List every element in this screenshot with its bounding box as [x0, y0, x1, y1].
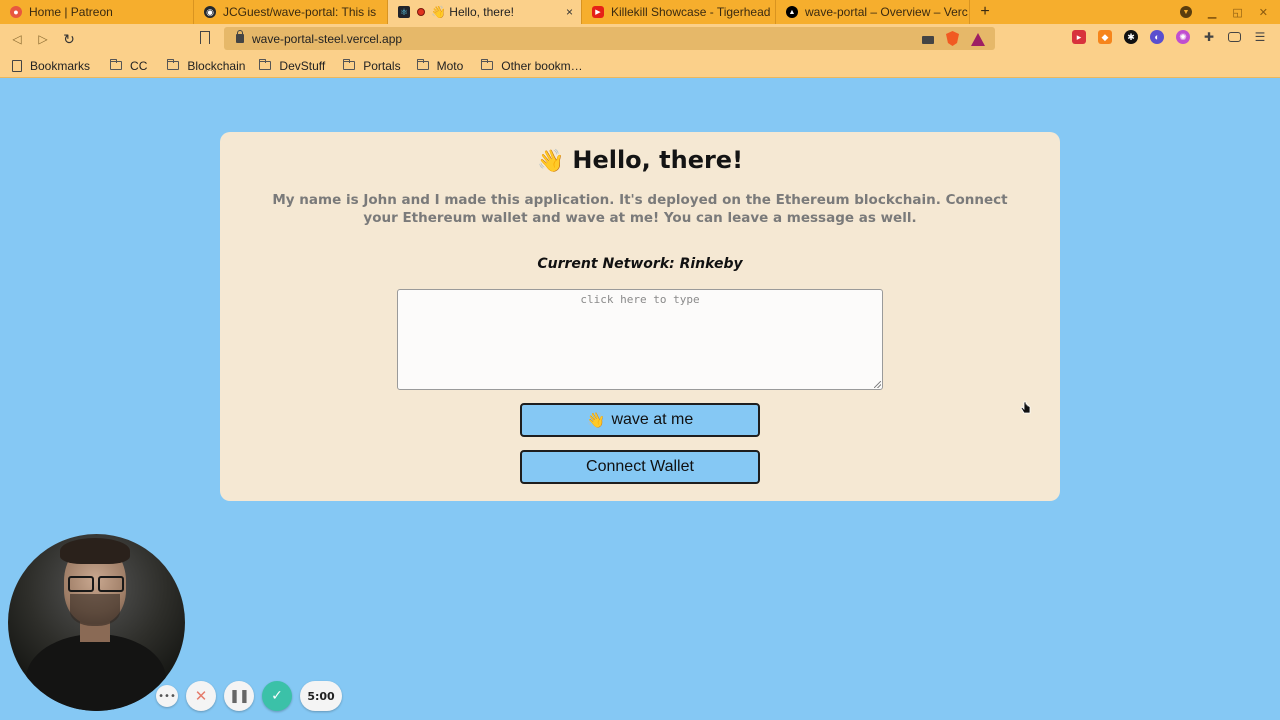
metamask-icon[interactable]: ◆ [1098, 30, 1112, 44]
extension-icon[interactable]: ✺ [1176, 30, 1190, 44]
connect-wallet-label: Connect Wallet [586, 458, 694, 475]
waving-hand-icon: 👋 [586, 412, 606, 429]
waving-hand-icon: 👋 [536, 149, 565, 174]
webcam-beard [70, 594, 120, 626]
url-text: wave-portal-steel.vercel.app [252, 31, 403, 46]
address-bar[interactable]: wave-portal-steel.vercel.app [224, 27, 995, 50]
bookmark-label: Blockchain [187, 58, 246, 73]
bookmarks-icon [12, 59, 22, 72]
brave-rewards-icon[interactable] [971, 32, 985, 46]
current-network-label: Current Network: Rinkeby [537, 256, 743, 272]
tab-vercel[interactable]: ▲ wave-portal – Overview – Verc [776, 0, 970, 24]
intro-text: My name is John and I made this applicat… [272, 192, 1008, 226]
recorder-controls: ••• ✕ ❚❚ ✓ 5:00 [156, 681, 342, 711]
folder-icon [343, 59, 356, 70]
resize-handle-icon[interactable] [874, 381, 881, 388]
maximize-icon[interactable]: ◱ [1232, 6, 1242, 19]
bookmark-label: CC [130, 58, 148, 73]
new-tab-button[interactable]: + [974, 0, 996, 24]
bookmark-folder-portals[interactable]: Portals [343, 58, 401, 73]
forward-icon[interactable]: ▷ [30, 26, 56, 52]
extension-icon[interactable]: ✱ [1124, 30, 1138, 44]
recording-timer: 5:00 [300, 681, 342, 711]
extensions: ▸ ◆ ✱ ◐ ✺ ✚ ☰ [1072, 30, 1267, 44]
menu-icon[interactable]: ☰ [1253, 30, 1267, 44]
tab-title: JCGuest/wave-portal: This is [223, 5, 377, 19]
bookmark-label: Moto [436, 58, 464, 73]
react-icon: ⚛ [398, 6, 410, 18]
browser-toolbar: ◁ ▷ ↻ wave-portal-steel.vercel.app ▸ ◆ ✱… [0, 24, 1280, 54]
tab-hello-there[interactable]: ⚛ 👋 Hello, there! × [388, 0, 582, 24]
folder-icon [259, 59, 272, 70]
bookmarks-bar: Bookmarks CC Blockchain DevStuff Portals… [0, 54, 1280, 78]
tab-title: wave-portal – Overview – Verc [805, 5, 968, 19]
close-tab-icon[interactable]: × [566, 5, 573, 19]
bookmark-label: Other bookm… [501, 58, 583, 73]
tab-github[interactable]: ◉ JCGuest/wave-portal: This is [194, 0, 388, 24]
wave-button-label: wave at me [611, 411, 694, 428]
recording-indicator-icon [417, 8, 425, 16]
webcam-body [26, 634, 166, 711]
extension-icon[interactable]: ◐ [1150, 30, 1164, 44]
connect-wallet-button[interactable]: Connect Wallet [520, 450, 760, 484]
folder-icon [481, 59, 494, 70]
bookmark-label: DevStuff [279, 58, 326, 73]
tab-patreon[interactable]: ● Home | Patreon [0, 0, 194, 24]
bookmark-folder-other[interactable]: Other bookm… [481, 58, 583, 73]
tab-title: Home | Patreon [29, 5, 113, 19]
check-icon[interactable]: ✓ [262, 681, 292, 711]
tab-search-icon[interactable]: ▼ [1179, 6, 1192, 18]
vercel-icon: ▲ [786, 6, 798, 18]
bookmark-folder-moto[interactable]: Moto [416, 58, 464, 73]
tab-title: 👋 Hello, there! [431, 5, 514, 19]
webcam-hair [60, 538, 130, 564]
youtube-icon: ▶ [592, 6, 604, 18]
page-title: 👋 Hello, there! [0, 146, 1280, 174]
pause-icon[interactable]: ❚❚ [224, 681, 254, 711]
folder-icon [416, 59, 429, 70]
lock-icon [236, 30, 244, 43]
patreon-icon: ● [10, 6, 22, 18]
tab-youtube[interactable]: ▶ Killekill Showcase - Tigerhead [582, 0, 776, 24]
close-window-icon[interactable]: ✕ [1259, 6, 1268, 19]
more-icon[interactable]: ••• [156, 685, 178, 707]
message-input[interactable] [397, 289, 883, 390]
back-icon[interactable]: ◁ [4, 26, 30, 52]
folder-icon [167, 59, 180, 70]
github-icon: ◉ [204, 6, 216, 18]
minimize-icon[interactable]: ▁ [1208, 6, 1216, 19]
wave-button[interactable]: 👋 wave at me [520, 403, 760, 437]
bookmark-page-icon[interactable] [200, 31, 210, 44]
webcam-glasses [68, 576, 124, 592]
bookmark-folder-blockchain[interactable]: Blockchain [167, 59, 245, 73]
folder-icon [110, 59, 123, 70]
camera-icon[interactable] [922, 36, 934, 44]
cancel-icon[interactable]: ✕ [186, 681, 216, 711]
bookmarks-menu[interactable]: Bookmarks [12, 59, 90, 73]
extension-icon[interactable]: ▸ [1072, 30, 1086, 44]
brave-shields-icon[interactable] [946, 31, 959, 46]
tab-strip: ● Home | Patreon ◉ JCGuest/wave-portal: … [0, 0, 1280, 24]
tab-title: Killekill Showcase - Tigerhead [611, 5, 771, 19]
bookmark-label: Portals [363, 58, 401, 73]
page-title-text: Hello, there! [572, 146, 744, 174]
puzzle-icon[interactable]: ✚ [1202, 30, 1216, 44]
bookmark-label: Bookmarks [30, 58, 91, 73]
wallet-icon[interactable] [1228, 32, 1241, 42]
bookmark-folder-devstuff[interactable]: DevStuff [259, 59, 325, 73]
reload-icon[interactable]: ↻ [56, 26, 82, 52]
hand-cursor-icon [1020, 401, 1031, 414]
bookmark-folder-cc[interactable]: CC [110, 59, 147, 73]
window-controls: ▼ ▁ ◱ ✕ [1179, 0, 1280, 24]
